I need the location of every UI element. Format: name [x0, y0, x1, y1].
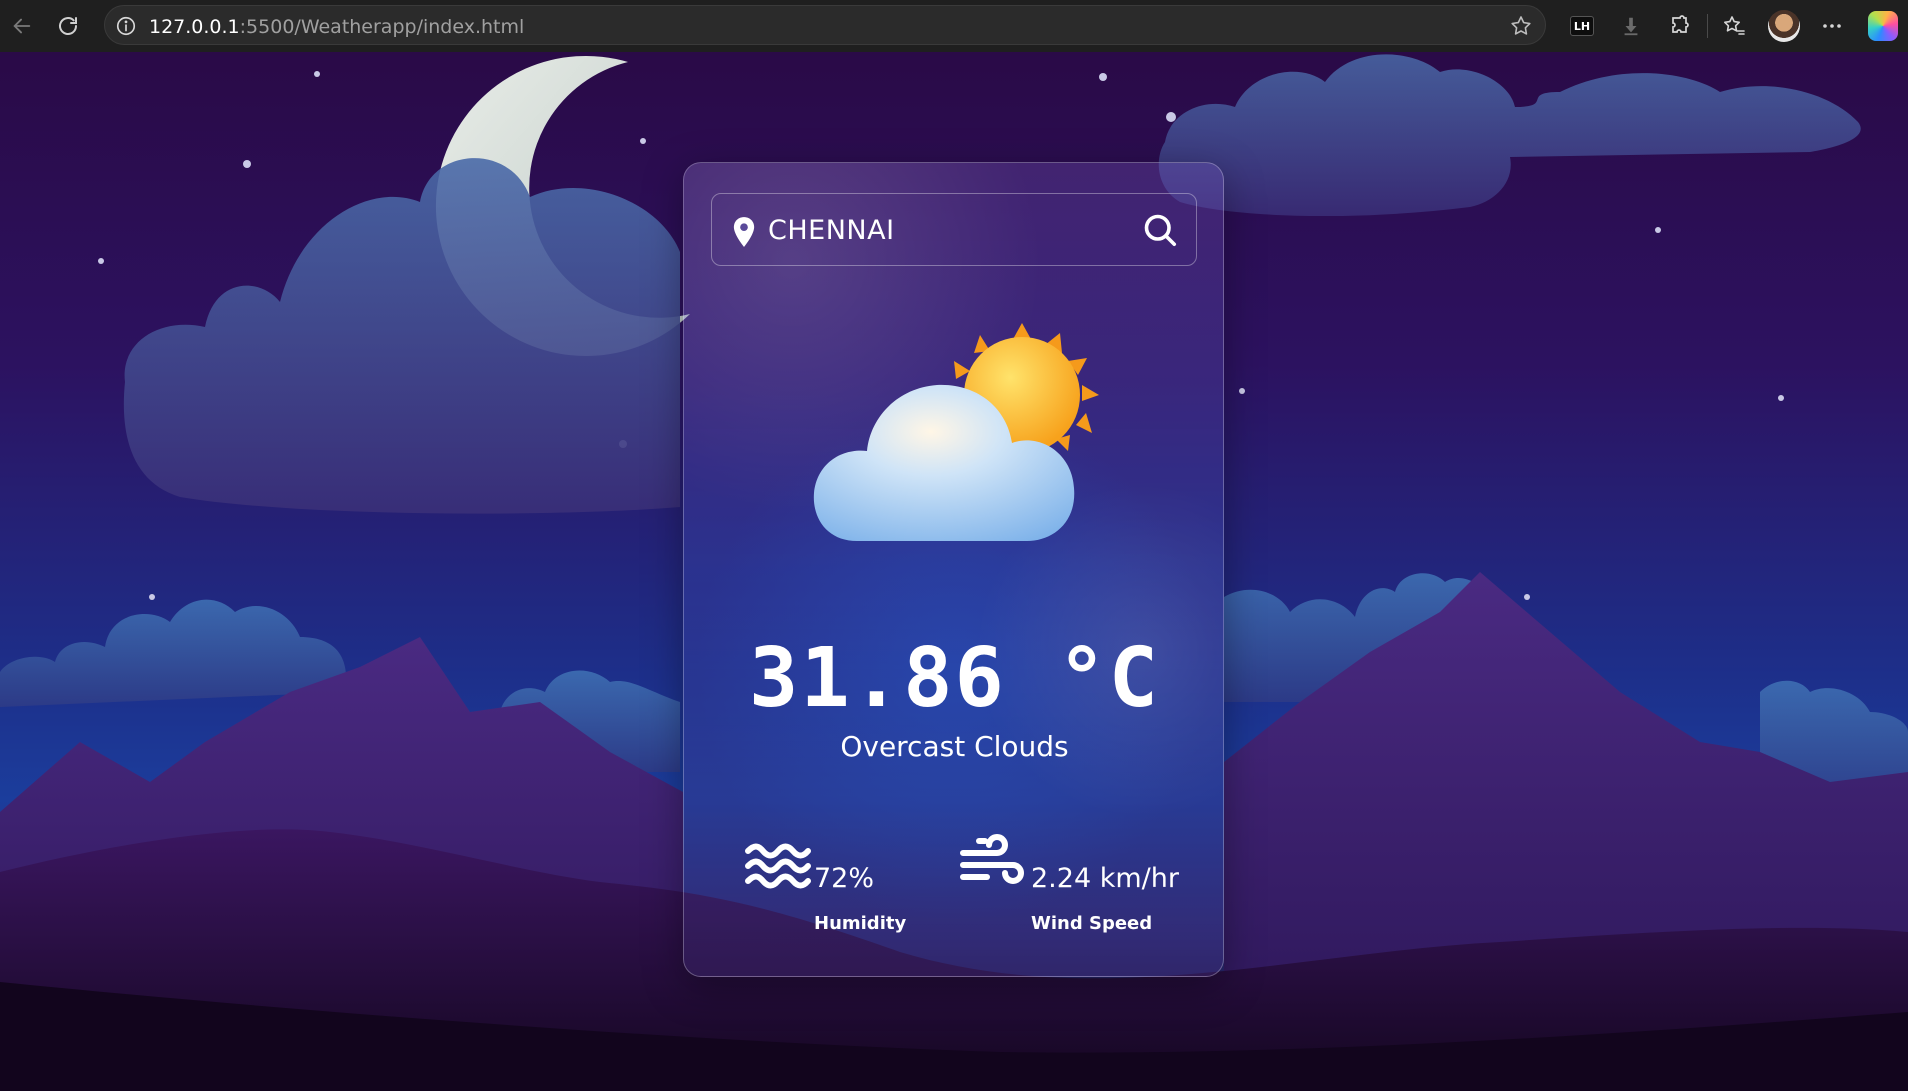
copilot-icon [1868, 11, 1898, 41]
favorites-button[interactable] [1720, 12, 1748, 40]
puzzle-icon [1672, 15, 1689, 33]
copilot-button[interactable] [1868, 11, 1898, 41]
humidity-value: 72% [814, 863, 875, 894]
humidity-label: Humidity [814, 913, 907, 934]
address-bar[interactable]: 127.0.0.1:5500/Weatherapp/index.html [104, 5, 1546, 45]
wind-speed-stat: 2.24 km/hr Wind Speed [959, 834, 1199, 939]
wind-icon [960, 834, 1024, 884]
lh-badge: LH [1570, 16, 1594, 36]
url-host: 127.0.0.1 [149, 16, 240, 38]
downloads-button[interactable] [1617, 12, 1645, 40]
cloud-top-right [1158, 54, 1861, 217]
favorite-star-icon[interactable] [1509, 14, 1533, 38]
page-viewport: 31.86 °C Overcast Clouds 72% Humidity 2.… [0, 52, 1908, 1091]
temperature: 31.86 °C [749, 631, 1160, 726]
lh-badge-text: LH [1573, 19, 1591, 33]
cloud-left-large [123, 158, 680, 514]
more-dots-icon [1823, 24, 1841, 28]
url-path: :5500/Weatherapp/index.html [239, 16, 525, 38]
extensions-button[interactable] [1666, 12, 1694, 40]
avatar [1768, 10, 1800, 42]
favorites-star-list-icon [1724, 16, 1745, 35]
weather-card: 31.86 °C Overcast Clouds 72% Humidity 2.… [683, 162, 1224, 977]
humidity-stat: 72% Humidity [744, 839, 924, 939]
profile-button[interactable] [1768, 10, 1800, 42]
cloud-sun-icon [813, 323, 1099, 541]
reload-button[interactable] [52, 10, 84, 42]
back-button[interactable] [6, 10, 38, 42]
toolbar-separator [1707, 14, 1708, 38]
back-arrow-icon [13, 18, 31, 34]
download-icon [1624, 17, 1638, 36]
search-icon[interactable] [1142, 212, 1178, 248]
location-pin-icon [733, 217, 755, 247]
settings-menu-button[interactable] [1818, 12, 1846, 40]
city-search-input[interactable] [768, 208, 1128, 252]
url-text[interactable]: 127.0.0.1:5500/Weatherapp/index.html [149, 16, 524, 38]
water-waves-icon [745, 843, 811, 889]
wind-speed-label: Wind Speed [1031, 913, 1153, 934]
extension-lh[interactable]: LH [1568, 12, 1596, 40]
weather-description: Overcast Clouds [840, 730, 1069, 763]
wind-speed-value: 2.24 km/hr [1031, 863, 1179, 894]
reload-icon [59, 17, 77, 35]
search-bar [711, 193, 1197, 266]
site-info-icon[interactable] [115, 15, 137, 37]
browser-toolbar: 127.0.0.1:5500/Weatherapp/index.html LH [0, 0, 1908, 52]
